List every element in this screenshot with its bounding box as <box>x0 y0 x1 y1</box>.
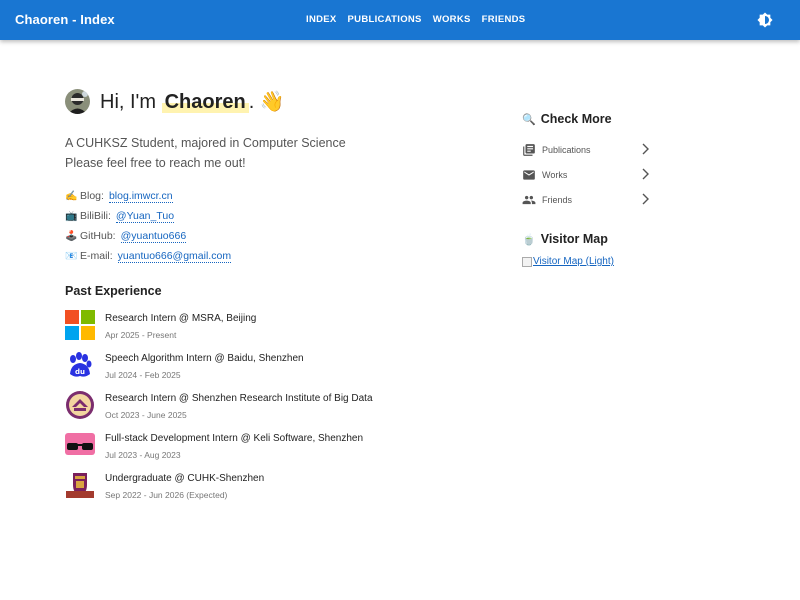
wave-emoji: 👋 <box>259 91 285 113</box>
tv-icon: 📺 <box>65 210 78 222</box>
experience-item: du Speech Algorithm Intern @ Baidu, Shen… <box>65 350 405 390</box>
sidebar-item-publications[interactable]: Publications <box>522 137 652 162</box>
writing-hand-icon: ✍️ <box>65 190 78 202</box>
envelope-icon: 📧 <box>65 250 78 262</box>
joystick-icon: 🕹️ <box>65 230 78 242</box>
contact-list: ✍️ Blog: blog.imwcr.cn 📺 BiliBili: @Yuan… <box>65 186 232 266</box>
contact-blog: ✍️ Blog: blog.imwcr.cn <box>65 186 231 206</box>
experience-role: Speech Algorithm Intern @ Baidu, Shenzhe… <box>105 353 304 364</box>
github-link[interactable]: @yuantuo666 <box>120 230 187 243</box>
contact-github: 🕹️ GitHub: @yuantuo666 <box>65 226 231 246</box>
nav-publications[interactable]: PUBLICATIONS <box>348 14 422 25</box>
visitor-map-alt: Visitor Map (Light) <box>533 256 614 267</box>
hero: Hi, I'm Chaoren. 👋 <box>65 89 285 114</box>
experience-item: Research Intern @ MSRA, Beijing Apr 2025… <box>65 310 405 350</box>
microsoft-logo <box>65 310 95 340</box>
experience-role: Undergraduate @ CUHK-Shenzhen <box>105 473 265 484</box>
greeting-name: Chaoren <box>161 91 249 113</box>
experience-date: Oct 2023 - June 2025 <box>105 410 187 420</box>
magnifier-icon: 🔍 <box>522 113 536 126</box>
top-nav: INDEX PUBLICATIONS WORKS FRIENDS <box>306 14 536 25</box>
avatar <box>65 89 90 114</box>
experience-date: Jul 2023 - Aug 2023 <box>105 450 181 460</box>
svg-text:du: du <box>75 368 85 376</box>
intro-line-1: A CUHKSZ Student, majored in Computer Sc… <box>65 136 346 150</box>
experience-item: Research Intern @ Shenzhen Research Inst… <box>65 390 405 430</box>
contact-label: E-mail: <box>80 250 113 262</box>
sribd-logo <box>66 391 94 419</box>
check-more-list: Publications Works Friends <box>522 137 652 212</box>
experience-role: Research Intern @ MSRA, Beijing <box>105 313 257 324</box>
nav-index[interactable]: INDEX <box>306 14 337 25</box>
contact-label: GitHub: <box>80 230 116 242</box>
contact-label: Blog: <box>80 190 104 202</box>
visitor-map-title: Visitor Map <box>540 232 608 246</box>
baidu-logo: du <box>70 352 92 377</box>
intro: A CUHKSZ Student, majored in Computer Sc… <box>65 133 346 173</box>
experience-heading: Past Experience <box>65 284 162 298</box>
people-icon <box>522 195 536 204</box>
sidebar-item-friends[interactable]: Friends <box>522 187 652 212</box>
cuhk-logo <box>66 473 94 498</box>
nav-friends[interactable]: FRIENDS <box>482 14 526 25</box>
app-bar: Chaoren - Index INDEX PUBLICATIONS WORKS… <box>0 0 800 40</box>
chevron-right-icon <box>642 193 649 205</box>
library-books-icon <box>523 143 535 156</box>
greeting-suffix: . <box>248 91 255 113</box>
sidebar-item-label: Friends <box>542 194 573 205</box>
site-title[interactable]: Chaoren - Index <box>15 12 115 27</box>
experience-item: Undergraduate @ CUHK-Shenzhen Sep 2022 -… <box>65 470 405 510</box>
brightness-icon[interactable] <box>757 12 773 28</box>
sidebar-item-label: Publications <box>542 144 591 155</box>
chevron-right-icon <box>642 143 649 155</box>
tea-icon: 🍵 <box>522 233 536 246</box>
check-more-heading: 🔍 Check More <box>522 112 612 126</box>
email-link[interactable]: yuantuo666@gmail.com <box>117 250 232 263</box>
greeting-heading: Hi, I'm Chaoren. 👋 <box>100 89 285 114</box>
experience-date: Jul 2024 - Feb 2025 <box>105 370 181 380</box>
experience-role: Full-stack Development Intern @ Keli Sof… <box>105 433 364 444</box>
visitor-map-image[interactable]: Visitor Map (Light) <box>522 256 614 267</box>
contact-bilibili: 📺 BiliBili: @Yuan_Tuo <box>65 206 231 226</box>
chevron-right-icon <box>642 168 649 180</box>
contact-email: 📧 E-mail: yuantuo666@gmail.com <box>65 246 232 266</box>
sidebar-item-label: Works <box>542 169 568 180</box>
keli-logo <box>65 433 95 455</box>
blog-link[interactable]: blog.imwcr.cn <box>108 190 173 203</box>
intro-line-2: Please feel free to reach me out! <box>65 156 246 170</box>
contact-label: BiliBili: <box>80 210 111 222</box>
greeting-prefix: Hi, I'm <box>100 91 157 113</box>
experience-date: Sep 2022 - Jun 2026 (Expected) <box>105 490 228 500</box>
visitor-map-heading: 🍵 Visitor Map <box>522 232 608 246</box>
experience-list: Research Intern @ MSRA, Beijing Apr 2025… <box>65 310 405 510</box>
broken-image-icon <box>522 256 532 267</box>
nav-works[interactable]: WORKS <box>433 14 471 25</box>
bilibili-link[interactable]: @Yuan_Tuo <box>115 210 175 223</box>
check-more-title: Check More <box>540 112 612 126</box>
experience-item: Full-stack Development Intern @ Keli Sof… <box>65 430 405 470</box>
experience-date: Apr 2025 - Present <box>105 330 177 340</box>
experience-role: Research Intern @ Shenzhen Research Inst… <box>105 393 373 404</box>
mail-icon <box>523 169 535 180</box>
sidebar-item-works[interactable]: Works <box>522 162 652 187</box>
